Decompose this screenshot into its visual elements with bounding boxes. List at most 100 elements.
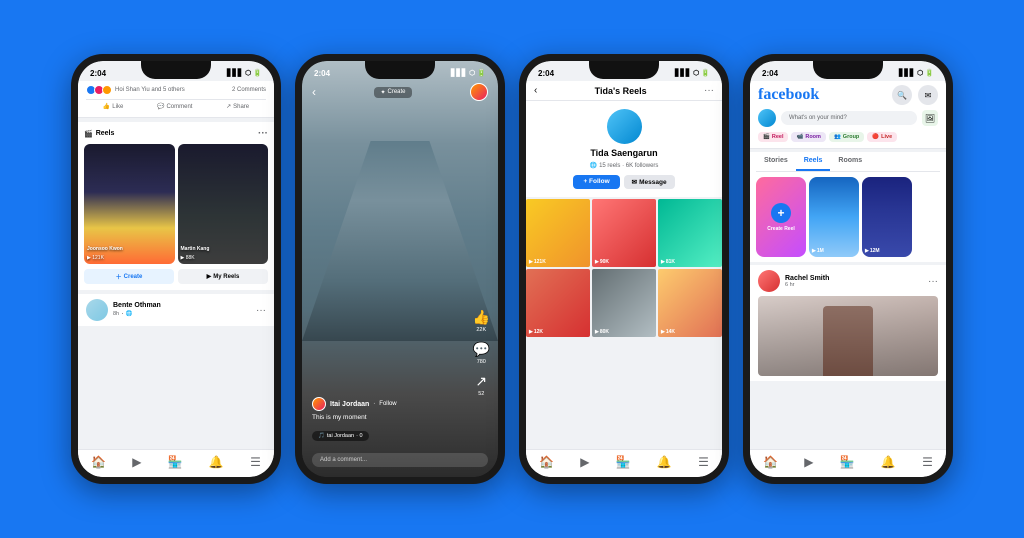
profile-section: Tida Saengarun 🌐 15 reels · 6K followers… bbox=[526, 101, 722, 197]
post-dots-icon[interactable]: ··· bbox=[256, 305, 266, 316]
reels-grid: Joonsoo Kwon ▶ 121K Martin Kang ▶ 88K bbox=[84, 144, 268, 264]
reel-tag-pill[interactable]: 🎵 tai Jordaan · 0 bbox=[312, 431, 369, 441]
reel-back-btn[interactable]: ‹ bbox=[312, 85, 316, 99]
story-card-1[interactable]: ▶ 1M bbox=[809, 177, 859, 257]
fb-post-dots-icon[interactable]: ··· bbox=[928, 276, 938, 287]
reaction-text: Hoi Shan Yiu and 5 others bbox=[115, 87, 185, 93]
profile-buttons: + Follow ✉ Message bbox=[573, 175, 674, 189]
reaction-avatar-3 bbox=[102, 85, 112, 95]
profile-reel-5[interactable]: ▶ 80K bbox=[592, 269, 656, 337]
like-bar: 👍 Like 💬 Comment ↗ Share bbox=[86, 99, 266, 113]
comment-btn[interactable]: 💬 Comment bbox=[157, 103, 193, 110]
action-buttons-row: 🎬 Reel 📹 Room 👥 Group 🔴 Live bbox=[758, 132, 938, 142]
nav4-home-icon[interactable]: 🏠 bbox=[763, 455, 778, 469]
photo-icon[interactable]: 🖼 bbox=[922, 110, 938, 126]
create-reel-label: Create Reel bbox=[767, 226, 795, 232]
fb-logo: facebook bbox=[758, 86, 819, 104]
room-action-btn[interactable]: 📹 Room bbox=[791, 132, 825, 142]
nav4-video-icon[interactable]: ▶ bbox=[804, 455, 813, 469]
nav4-menu-icon[interactable]: ☰ bbox=[922, 455, 933, 469]
whats-on-mind: What's on your mind? 🖼 bbox=[758, 109, 938, 127]
reel-right-actions: 👍 22K 💬 780 ↗ 52 bbox=[473, 309, 490, 397]
reaction-row: Hoi Shan Yiu and 5 others 2 Comments bbox=[86, 85, 266, 95]
group-action-btn[interactable]: 👥 Group bbox=[829, 132, 864, 142]
reel-like-action[interactable]: 👍 22K bbox=[473, 309, 490, 333]
story-card-2[interactable]: ▶ 12M bbox=[862, 177, 912, 257]
reel-comment-bar[interactable]: Add a comment... bbox=[312, 453, 488, 467]
reel-user-avatar-2 bbox=[470, 83, 488, 101]
message-btn[interactable]: ✉ Message bbox=[624, 175, 675, 189]
nav-bell-icon[interactable]: 🔔 bbox=[209, 455, 224, 469]
profile-reel-6[interactable]: ▶ 14K bbox=[658, 269, 722, 337]
comments-count: 2 Comments bbox=[232, 87, 266, 93]
profile-reel-3[interactable]: ▶ 81K bbox=[658, 199, 722, 267]
tab-rooms[interactable]: Rooms bbox=[830, 152, 870, 171]
tab-row: Stories Reels Rooms bbox=[756, 152, 940, 172]
post-avatar-1 bbox=[86, 299, 108, 321]
nav4-bell-icon[interactable]: 🔔 bbox=[881, 455, 896, 469]
nav-video-icon[interactable]: ▶ bbox=[132, 455, 141, 469]
notch-2 bbox=[365, 61, 435, 79]
create-reel-card[interactable]: + Create Reel bbox=[756, 177, 806, 257]
time-3: 2:04 bbox=[538, 69, 554, 78]
time-1: 2:04 bbox=[90, 69, 106, 78]
reels-dots-icon[interactable]: ··· bbox=[258, 128, 268, 139]
reel-follow-btn[interactable]: Follow bbox=[379, 401, 396, 407]
nav-marketplace-icon[interactable]: 🏪 bbox=[168, 455, 183, 469]
reels-section: 🎬 Reels ··· Joonsoo Kwon ▶ 121K Martin K… bbox=[78, 122, 274, 290]
follow-btn[interactable]: + Follow bbox=[573, 175, 619, 189]
phone-1: 2:04 ▋▋▋ ⬡ 🔋 Hoi Shan Yiu bbox=[71, 54, 281, 484]
reel-create-btn[interactable]: ✦ Create bbox=[374, 87, 411, 98]
wom-avatar bbox=[758, 109, 776, 127]
profile-reel-4[interactable]: ▶ 12K bbox=[526, 269, 590, 337]
phones-container: 2:04 ▋▋▋ ⬡ 🔋 Hoi Shan Yiu bbox=[51, 34, 973, 504]
messenger-icon[interactable]: ✉ bbox=[918, 85, 938, 105]
search-icon[interactable]: 🔍 bbox=[892, 85, 912, 105]
reel-share-action[interactable]: ↗ 52 bbox=[475, 373, 487, 397]
fb-poster-avatar bbox=[758, 270, 780, 292]
profile-reel-1[interactable]: ▶ 121K bbox=[526, 199, 590, 267]
reel2-count: ▶ 88K bbox=[181, 255, 195, 261]
reels-label: Reels bbox=[96, 130, 115, 137]
reel-poster-name: Itai Jordaan bbox=[330, 401, 369, 408]
fb-poster-meta: 6 hr bbox=[785, 282, 923, 288]
reel-thumb-1[interactable]: Joonsoo Kwon ▶ 121K bbox=[84, 144, 175, 264]
reel-like-count: 22K bbox=[476, 327, 486, 333]
fb-post-image bbox=[758, 296, 938, 376]
phone-3: 2:04 ▋▋▋ ⬡ 🔋 ‹ Tida's Reels ··· Tida Sae… bbox=[519, 54, 729, 484]
comment-placeholder: Add a comment... bbox=[320, 457, 367, 463]
phone-4: 2:04 ▋▋▋ ⬡ 🔋 facebook 🔍 ✉ bbox=[743, 54, 953, 484]
back-arrow-icon[interactable]: ‹ bbox=[534, 85, 537, 96]
nav4-marketplace-icon[interactable]: 🏪 bbox=[840, 455, 855, 469]
reels-header: 🎬 Reels ··· bbox=[84, 128, 268, 139]
reel-thumb-2[interactable]: Martin Kang ▶ 88K bbox=[178, 144, 269, 264]
nav3-marketplace-icon[interactable]: 🏪 bbox=[616, 455, 631, 469]
nav-home-icon[interactable]: 🏠 bbox=[91, 455, 106, 469]
tab-reels[interactable]: Reels bbox=[796, 152, 831, 171]
nav3-video-icon[interactable]: ▶ bbox=[580, 455, 589, 469]
status-icons-1: ▋▋▋ ⬡ 🔋 bbox=[227, 69, 262, 77]
bottom-nav-1: 🏠 ▶ 🏪 🔔 ☰ bbox=[78, 449, 274, 477]
whats-on-mind-input[interactable]: What's on your mind? bbox=[781, 111, 917, 125]
reel-poster-avatar bbox=[312, 397, 326, 411]
nav3-menu-icon[interactable]: ☰ bbox=[698, 455, 709, 469]
like-btn[interactable]: 👍 Like bbox=[103, 103, 124, 110]
reel-comment-action[interactable]: 💬 780 bbox=[473, 341, 490, 365]
nav-menu-icon[interactable]: ☰ bbox=[250, 455, 261, 469]
page-title-3: Tida's Reels bbox=[542, 86, 699, 96]
create-reel-btn[interactable]: ＋ Create bbox=[84, 269, 174, 284]
reel-action-btn[interactable]: 🎬 Reel bbox=[758, 132, 788, 142]
live-action-btn[interactable]: 🔴 Live bbox=[867, 132, 897, 142]
stories-row: + Create Reel ▶ 1M ▶ 12M bbox=[756, 172, 940, 262]
tab-stories[interactable]: Stories bbox=[756, 152, 796, 171]
profile-sub: 🌐 15 reels · 6K followers bbox=[590, 162, 659, 169]
nav3-home-icon[interactable]: 🏠 bbox=[539, 455, 554, 469]
time-2: 2:04 bbox=[314, 69, 330, 78]
share-btn[interactable]: ↗ Share bbox=[226, 103, 249, 110]
profile-sub-text: 15 reels · 6K followers bbox=[599, 163, 658, 169]
post-name-1: Bente Othman bbox=[113, 302, 251, 309]
header-dots-icon[interactable]: ··· bbox=[704, 85, 714, 96]
nav3-bell-icon[interactable]: 🔔 bbox=[657, 455, 672, 469]
profile-reel-2[interactable]: ▶ 90K bbox=[592, 199, 656, 267]
my-reels-btn[interactable]: ▶ My Reels bbox=[178, 269, 268, 284]
